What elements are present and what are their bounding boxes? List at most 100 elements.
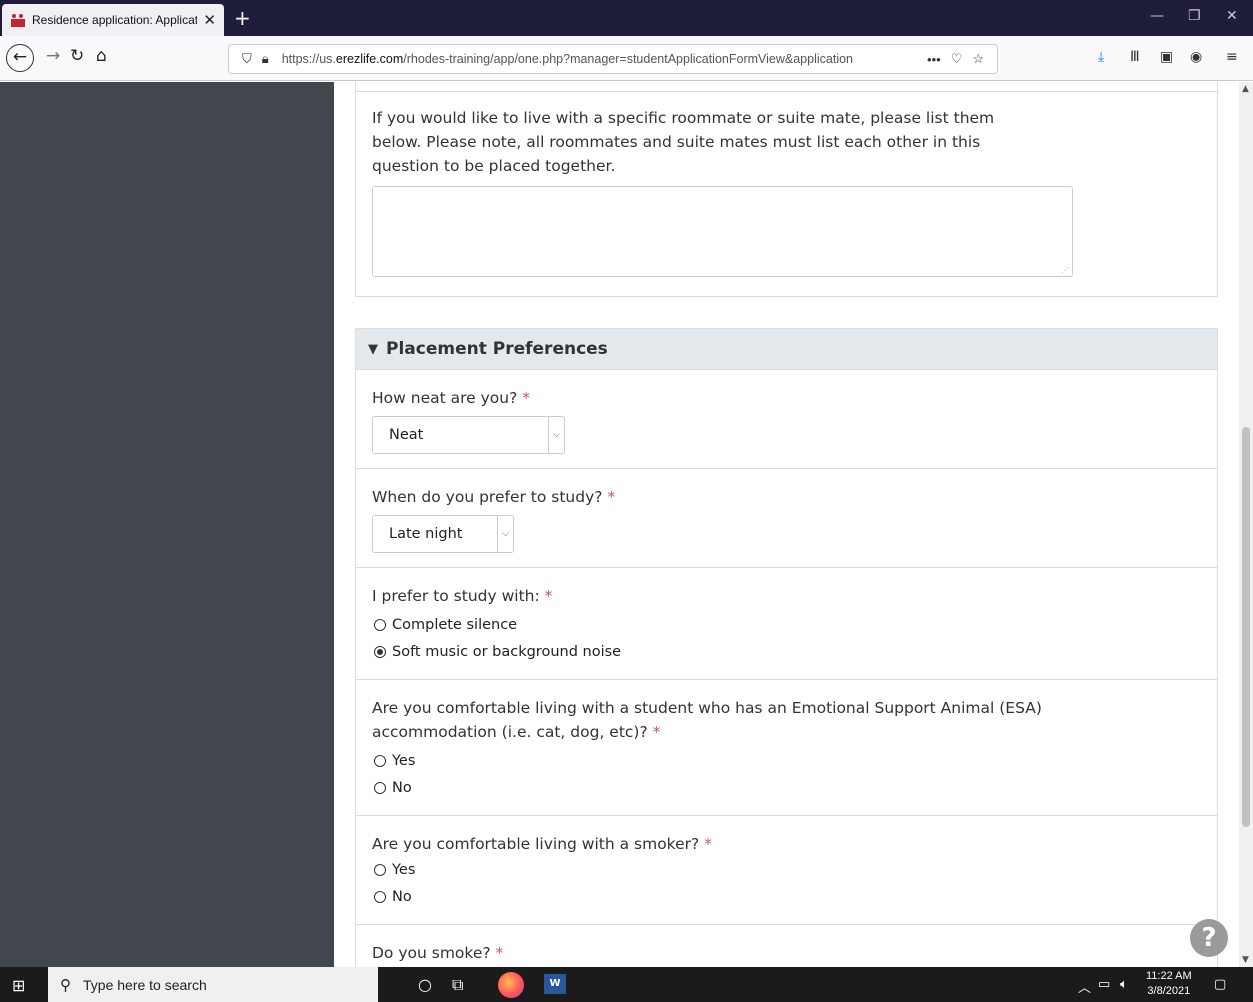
clock-date: 3/8/2021 [1147, 985, 1191, 997]
radio-option[interactable]: No [372, 774, 1201, 801]
required-marker: * [544, 587, 553, 605]
radio-button-selected[interactable] [374, 645, 386, 658]
url-bar[interactable]: ⛉ 🔒︎ https://us.erezlife.com/rhodes-trai… [228, 44, 998, 74]
roommate-request-card: If you would like to live with a specifi… [355, 82, 1219, 297]
chevron-down-icon[interactable]: ⌵ [548, 417, 564, 453]
radio-option[interactable]: Yes [372, 856, 1201, 883]
browser-tab-bar: Residence application: Applicat ✕ + — ❐ … [0, 0, 1253, 36]
chevron-down-icon[interactable]: ⌵ [497, 516, 513, 552]
required-marker: * [704, 835, 712, 853]
scroll-up-icon[interactable]: ▲ [1242, 84, 1249, 94]
tray-chevron-icon[interactable]: ︿ [1078, 977, 1091, 996]
clock-time: 11:22 AM [1146, 970, 1192, 982]
question-label: Do you smoke? [372, 944, 491, 962]
radio-label: Soft music or background noise [392, 643, 622, 660]
windows-taskbar: ⊞ ⚲ Type here to search ○ ⧉ W ︿ ▭ 🔈︎ 11:… [0, 967, 1253, 1002]
section-header[interactable]: ▼ Placement Preferences [356, 329, 1217, 369]
required-marker: * [652, 723, 661, 741]
url-text[interactable]: https://us.erezlife.com/rhodes-training/… [282, 52, 922, 66]
radio-label: Yes [392, 861, 416, 878]
sidebar-toggle-icon[interactable]: ▣ [1160, 49, 1173, 65]
new-tab-button[interactable]: + [234, 6, 251, 30]
home-button[interactable]: ⌂ [96, 46, 107, 66]
question-esa: Are you comfortable living with a studen… [356, 679, 1217, 815]
question-neat: How neat are you? * Neat ⌵ [356, 369, 1217, 468]
question-label: When do you prefer to study? [372, 488, 603, 506]
select-value: Late night [389, 526, 463, 542]
page-content: If you would like to live with a specifi… [0, 82, 1253, 967]
collapse-triangle-icon[interactable]: ▼ [368, 342, 378, 357]
pocket-icon[interactable]: ♡ [951, 51, 963, 67]
placement-preferences-section: ▼ Placement Preferences How neat are you… [355, 328, 1218, 967]
application-form: If you would like to live with a specifi… [355, 82, 1219, 967]
question-label: I prefer to study with: [372, 587, 540, 605]
question-study-time: When do you prefer to study? * Late nigh… [356, 468, 1217, 567]
radio-option[interactable]: No [372, 883, 1201, 910]
required-marker: * [607, 488, 616, 506]
radio-label: No [392, 888, 412, 905]
radio-label: Yes [392, 752, 416, 769]
browser-tab[interactable]: Residence application: Applicat ✕ [2, 4, 224, 36]
window-close-icon[interactable]: ✕ [1226, 8, 1238, 24]
radio-button[interactable] [374, 863, 386, 876]
radio-button[interactable] [374, 781, 386, 794]
left-sidebar [0, 82, 334, 967]
account-icon[interactable]: ◉ [1190, 49, 1202, 65]
scroll-down-icon[interactable]: ▼ [1242, 955, 1249, 965]
site-favicon-icon [11, 14, 25, 27]
study-time-select[interactable]: Late night ⌵ [372, 515, 514, 553]
question-smoker: Are you comfortable living with a smoker… [356, 815, 1217, 924]
neat-select[interactable]: Neat ⌵ [372, 416, 565, 454]
radio-option[interactable]: Yes [372, 747, 1201, 774]
word-icon[interactable]: W [544, 974, 566, 994]
bookmark-star-icon[interactable]: ☆ [972, 51, 984, 67]
firefox-icon[interactable] [498, 972, 524, 998]
card-divider [356, 82, 1219, 92]
radio-button[interactable] [374, 754, 386, 767]
select-value: Neat [389, 427, 424, 443]
shield-icon[interactable]: ⛉ [242, 51, 252, 67]
question-label: Are you comfortable living with a smoker… [372, 835, 700, 853]
library-icon[interactable]: Ⅲ [1130, 49, 1140, 65]
question-study-with: I prefer to study with: * Complete silen… [356, 567, 1217, 679]
radio-button[interactable] [374, 890, 386, 903]
task-view-icon[interactable]: ⧉ [452, 975, 463, 995]
lock-icon[interactable]: 🔒︎ [262, 51, 269, 67]
taskbar-clock[interactable]: 11:22 AM 3/8/2021 [1146, 969, 1192, 999]
vertical-scrollbar[interactable]: ▲ ▼ [1239, 82, 1253, 967]
radio-label: Complete silence [392, 616, 518, 633]
page-actions-icon[interactable]: ••• [927, 52, 941, 67]
close-tab-icon[interactable]: ✕ [203, 11, 216, 29]
radio-option[interactable]: Soft music or background noise [372, 638, 1201, 665]
reload-button[interactable]: ↻ [70, 46, 84, 66]
radio-option[interactable]: Complete silence [372, 611, 1201, 638]
restore-icon[interactable]: ❐ [1188, 8, 1201, 24]
back-button[interactable]: ← [6, 44, 34, 72]
minimize-icon[interactable]: — [1150, 8, 1164, 24]
forward-button[interactable]: → [46, 46, 60, 66]
resize-grip-icon[interactable]: ⋰ [1061, 266, 1069, 275]
taskbar-search[interactable]: ⚲ Type here to search [48, 967, 378, 1002]
required-marker: * [495, 944, 504, 962]
navigation-bar: ← → ↻ ⌂ ⛉ 🔒︎ https://us.erezlife.com/rho… [0, 36, 1253, 81]
cortana-icon[interactable]: ○ [418, 975, 432, 994]
roommate-textarea[interactable]: ⋰ [372, 186, 1073, 277]
notifications-icon[interactable]: ▢ [1214, 977, 1226, 992]
section-title: Placement Preferences [386, 339, 608, 359]
search-icon: ⚲ [60, 976, 71, 994]
question-label: Are you comfortable living with a studen… [372, 699, 1042, 741]
question-do-you-smoke: Do you smoke? * [356, 924, 1217, 967]
volume-icon[interactable]: 🔈︎ [1120, 977, 1128, 992]
radio-label: No [392, 779, 412, 796]
question-label: How neat are you? [372, 389, 518, 407]
menu-icon[interactable]: ≡ [1226, 49, 1238, 65]
download-icon[interactable]: ⤓ [1098, 49, 1104, 65]
required-marker: * [522, 389, 530, 407]
network-icon[interactable]: ▭ [1098, 977, 1110, 992]
scrollbar-thumb[interactable] [1242, 427, 1250, 827]
help-button[interactable]: ? [1190, 919, 1228, 957]
search-placeholder: Type here to search [83, 976, 207, 993]
radio-button[interactable] [374, 618, 386, 631]
tab-title: Residence application: Applicat [32, 13, 198, 27]
windows-start-icon[interactable]: ⊞ [12, 976, 25, 995]
